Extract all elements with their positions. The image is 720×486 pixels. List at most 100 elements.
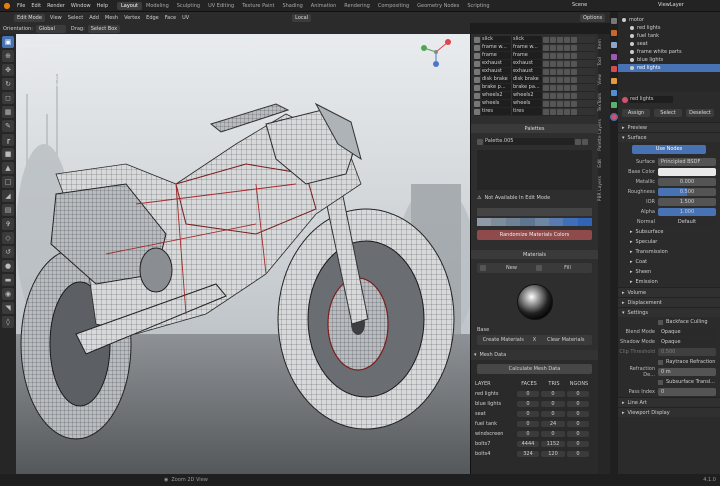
layer-row[interactable]: wheels2 wheels2 <box>474 92 595 100</box>
layer-name[interactable]: brake p... <box>481 84 511 91</box>
checkbox-icon[interactable] <box>474 92 480 99</box>
render-icon[interactable] <box>564 44 570 51</box>
shader-field-value[interactable]: Default <box>658 218 716 226</box>
eye-icon[interactable] <box>543 36 549 43</box>
scene-props-icon[interactable] <box>611 54 617 60</box>
material-name[interactable]: wheels <box>512 100 542 107</box>
orientation-dropdown[interactable]: Global <box>35 24 66 33</box>
select-arrow-icon[interactable] <box>550 52 556 59</box>
scene-selector[interactable]: Scene <box>572 2 587 8</box>
deselect-button[interactable]: Deselect <box>686 109 714 117</box>
mesh-table-cell[interactable]: 0 <box>517 401 539 407</box>
subpanel-emission[interactable]: ▸ Emission <box>618 277 720 287</box>
layer-row[interactable]: slick slick <box>474 36 595 44</box>
layer-row[interactable]: disk brake disk brake <box>474 76 595 84</box>
line-art-panel[interactable]: ▸ Line Art <box>618 397 720 407</box>
palette-swatch[interactable] <box>534 218 549 226</box>
palette-name-field[interactable]: Palette.005 <box>484 138 574 145</box>
mesh-table-cell[interactable]: 120 <box>541 451 565 457</box>
render-props-icon[interactable] <box>611 30 617 36</box>
palette-swatch[interactable] <box>505 218 521 226</box>
checkbox-icon[interactable] <box>474 84 480 91</box>
clip-threshold-field[interactable]: 0.500 <box>658 348 716 356</box>
extrude-tool-icon[interactable]: ▲ <box>2 162 14 174</box>
mesh-table-cell[interactable]: 0 <box>567 441 589 447</box>
select-arrow-icon[interactable] <box>550 92 556 99</box>
modifier-props-icon[interactable] <box>611 90 617 96</box>
camera-icon[interactable] <box>557 68 563 75</box>
workspace-tab-rendering[interactable]: Rendering <box>340 2 374 10</box>
camera-icon[interactable] <box>557 60 563 67</box>
sidebar-tab-item[interactable]: Item <box>598 36 603 52</box>
sidebar-tab-tool[interactable]: Tool <box>598 54 603 69</box>
create-materials-button[interactable]: Create Materials <box>477 337 530 343</box>
eye-icon[interactable] <box>543 108 549 115</box>
sidebar-tab-textools[interactable]: TexTools <box>598 90 603 114</box>
randomize-colors-button[interactable]: Randomize Materials Colors <box>477 230 592 240</box>
palette-swatch[interactable] <box>577 218 592 226</box>
add-cube-tool-icon[interactable]: ■ <box>2 148 14 160</box>
checkbox-icon[interactable] <box>474 76 480 83</box>
eye-icon[interactable] <box>543 44 549 51</box>
lock-icon[interactable] <box>571 36 577 43</box>
lock-icon[interactable] <box>571 76 577 83</box>
layer-row[interactable]: frame frame <box>474 52 595 60</box>
rip-tool-icon[interactable]: ◊ <box>2 316 14 328</box>
rotate-tool-icon[interactable]: ↻ <box>2 78 14 90</box>
checkbox-icon[interactable] <box>474 108 480 115</box>
layer-name[interactable]: slick <box>481 36 511 43</box>
smooth-tool-icon[interactable]: ● <box>2 260 14 272</box>
layer-name[interactable]: wheels <box>481 100 511 107</box>
palette-swatch[interactable] <box>520 218 535 226</box>
camera-icon[interactable] <box>557 84 563 91</box>
mesh-table-cell[interactable]: 0 <box>541 431 565 437</box>
bevel-tool-icon[interactable]: ◢ <box>2 190 14 202</box>
render-icon[interactable] <box>564 108 570 115</box>
options-dropdown[interactable]: Options <box>580 13 606 22</box>
transform-tool-icon[interactable]: ▦ <box>2 106 14 118</box>
camera-icon[interactable] <box>557 108 563 115</box>
select-arrow-icon[interactable] <box>550 76 556 83</box>
mode-dropdown[interactable]: Edit Mode <box>14 13 45 22</box>
material-props-icon[interactable] <box>610 113 618 121</box>
viewport-menu-uv[interactable]: UV <box>179 15 192 21</box>
select-arrow-icon[interactable] <box>550 60 556 67</box>
shrink-tool-icon[interactable]: ◉ <box>2 288 14 300</box>
lock-icon[interactable] <box>571 68 577 75</box>
3d-viewport[interactable] <box>16 34 470 474</box>
surface-panel[interactable]: ▾ Surface <box>618 132 720 142</box>
displacement-panel[interactable]: ▸ Displacement <box>618 297 720 307</box>
mesh-table-cell[interactable]: 0 <box>567 421 589 427</box>
layer-name[interactable]: exhaust <box>481 60 511 67</box>
sidebar-tab-edit[interactable]: Edit <box>598 156 603 171</box>
mesh-table-cell[interactable]: 4444 <box>517 441 539 447</box>
camera-icon[interactable] <box>557 52 563 59</box>
drag-dropdown[interactable]: Select Box <box>87 24 121 33</box>
lock-icon[interactable] <box>571 44 577 51</box>
material-new-button[interactable]: New <box>487 265 536 271</box>
eye-icon[interactable] <box>543 52 549 59</box>
lock-icon[interactable] <box>571 60 577 67</box>
mesh-table-cell[interactable]: 0 <box>541 411 565 417</box>
camera-icon[interactable] <box>557 92 563 99</box>
sidebar-tab-palette-layers[interactable]: Palette Layers <box>598 116 603 154</box>
menu-file[interactable]: File <box>14 3 28 9</box>
raytrace-checkbox[interactable] <box>658 359 663 365</box>
backface-checkbox[interactable] <box>658 319 663 325</box>
shadow-mode-dropdown[interactable]: Opaque <box>658 338 716 346</box>
eye-icon[interactable] <box>543 84 549 91</box>
tool-props-icon[interactable] <box>611 18 617 24</box>
move-tool-icon[interactable]: ✥ <box>2 64 14 76</box>
menu-window[interactable]: Window <box>68 3 94 9</box>
mesh-table-cell[interactable]: 0 <box>541 401 565 407</box>
outliner-item[interactable]: red lights <box>618 24 720 32</box>
camera-icon[interactable] <box>557 44 563 51</box>
palette-swatch[interactable] <box>491 218 506 226</box>
lock-icon[interactable] <box>571 84 577 91</box>
spin-tool-icon[interactable]: ↺ <box>2 246 14 258</box>
world-props-icon[interactable] <box>611 66 617 72</box>
layer-row[interactable]: brake p... brake pa... <box>474 84 595 92</box>
eye-icon[interactable] <box>543 60 549 67</box>
outliner-item[interactable]: red lights <box>618 64 720 72</box>
mesh-table-cell[interactable]: 0 <box>517 431 539 437</box>
